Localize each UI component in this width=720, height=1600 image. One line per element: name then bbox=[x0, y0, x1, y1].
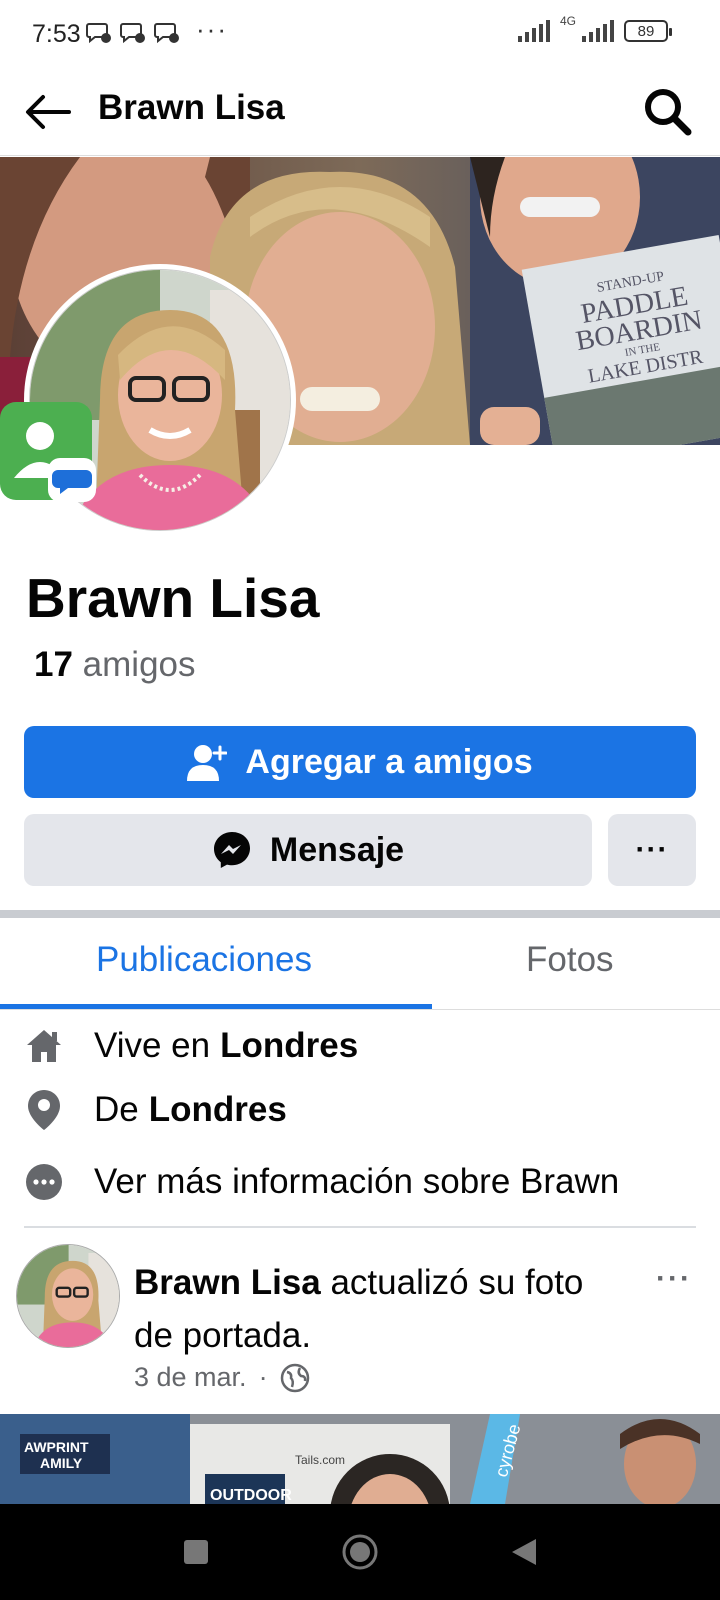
photo-sign-text: AWPRINT bbox=[24, 1439, 89, 1455]
profile-name: Brawn Lisa bbox=[26, 567, 320, 629]
post-date[interactable]: 3 de mar. bbox=[134, 1362, 247, 1393]
back-button[interactable] bbox=[22, 86, 74, 138]
more-horizontal-icon: ··· bbox=[635, 833, 669, 866]
post-author-name[interactable]: Brawn Lisa bbox=[134, 1263, 321, 1302]
meta-separator: · bbox=[258, 1362, 268, 1392]
circle-icon bbox=[342, 1534, 378, 1570]
post-meta: 3 de mar. · bbox=[134, 1362, 310, 1393]
chat-notification-icon bbox=[86, 23, 111, 44]
post-options-button[interactable]: ··· bbox=[656, 1262, 692, 1296]
home-button[interactable] bbox=[340, 1532, 380, 1572]
tab-fotos[interactable]: Fotos bbox=[526, 940, 614, 980]
network-type: 4G bbox=[559, 14, 576, 28]
messenger-icon bbox=[213, 832, 250, 868]
signal-icon bbox=[517, 20, 550, 42]
profile-tabs: Publicaciones Fotos bbox=[0, 918, 720, 1010]
top-app-bar: Brawn Lisa bbox=[0, 70, 720, 156]
post-action-text: actualizó su foto bbox=[320, 1263, 584, 1302]
photo-sign-text: OUTDOOR bbox=[210, 1487, 292, 1504]
tab-publicaciones[interactable]: Publicaciones bbox=[96, 940, 312, 980]
status-more-icon: ··· bbox=[196, 14, 228, 44]
from-place[interactable]: Londres bbox=[149, 1090, 287, 1130]
chat-notification-icon bbox=[120, 23, 145, 44]
more-options-button[interactable]: ··· bbox=[608, 814, 696, 886]
battery-level: 89 bbox=[637, 22, 655, 40]
back-nav-button[interactable] bbox=[504, 1532, 544, 1572]
friends-number: 17 bbox=[34, 645, 73, 684]
status-right: 4G 89 bbox=[517, 14, 672, 42]
system-navigation-bar bbox=[0, 1504, 720, 1600]
info-lives-in: Vive en Londres bbox=[24, 1018, 714, 1074]
page-title: Brawn Lisa bbox=[98, 88, 285, 127]
status-bar: 7:53 ··· 4G 89 bbox=[0, 0, 720, 70]
add-friend-label: Agregar a amigos bbox=[245, 742, 533, 781]
add-friend-icon bbox=[187, 745, 228, 781]
message-button[interactable]: Mensaje bbox=[24, 814, 592, 886]
post-photo-image: AWPRINT AMILY OUTDOOR Tails.com cyrobe bbox=[0, 1414, 720, 1504]
recents-button[interactable] bbox=[176, 1532, 216, 1572]
contacts-app-badge[interactable] bbox=[0, 402, 98, 504]
photo-sign-text: Tails.com bbox=[295, 1453, 345, 1467]
info-see-more[interactable]: Ver más información sobre Brawn bbox=[24, 1154, 714, 1210]
message-label: Mensaje bbox=[269, 830, 405, 869]
photo-sign-text: AMILY bbox=[40, 1455, 83, 1471]
search-icon bbox=[645, 89, 692, 136]
home-icon bbox=[24, 1026, 64, 1066]
location-pin-icon bbox=[24, 1090, 64, 1130]
more-circle-icon bbox=[24, 1162, 64, 1202]
friends-count[interactable]: 17 amigos bbox=[34, 645, 196, 685]
post-photo[interactable]: AWPRINT AMILY OUTDOOR Tails.com cyrobe bbox=[0, 1414, 720, 1504]
notification-icons bbox=[86, 22, 180, 44]
arrow-left-icon bbox=[26, 95, 71, 129]
section-divider bbox=[0, 910, 720, 918]
see-more-info-label: Ver más información sobre Brawn bbox=[94, 1162, 620, 1201]
info-from: De Londres bbox=[24, 1082, 714, 1138]
friends-label: amigos bbox=[82, 645, 196, 684]
contact-icon bbox=[0, 402, 96, 502]
divider bbox=[24, 1226, 696, 1228]
post-header-text: Brawn Lisa actualizó su foto de portada. bbox=[134, 1256, 654, 1362]
signal-icon bbox=[582, 20, 614, 42]
square-icon bbox=[184, 1540, 208, 1564]
chat-notification-icon bbox=[154, 23, 179, 44]
lives-prefix: Vive en bbox=[94, 1026, 211, 1065]
post-author-avatar[interactable] bbox=[16, 1244, 120, 1348]
add-friend-button[interactable]: Agregar a amigos bbox=[24, 726, 696, 798]
battery-icon: 89 bbox=[624, 20, 672, 42]
status-time: 7:53 bbox=[32, 20, 81, 48]
post-action-text: de portada. bbox=[134, 1316, 312, 1355]
active-tab-indicator bbox=[0, 1004, 432, 1009]
from-prefix: De bbox=[94, 1090, 139, 1129]
triangle-back-icon bbox=[512, 1539, 536, 1565]
search-button[interactable] bbox=[638, 82, 696, 140]
globe-icon bbox=[280, 1363, 309, 1392]
lives-place[interactable]: Londres bbox=[220, 1026, 358, 1066]
